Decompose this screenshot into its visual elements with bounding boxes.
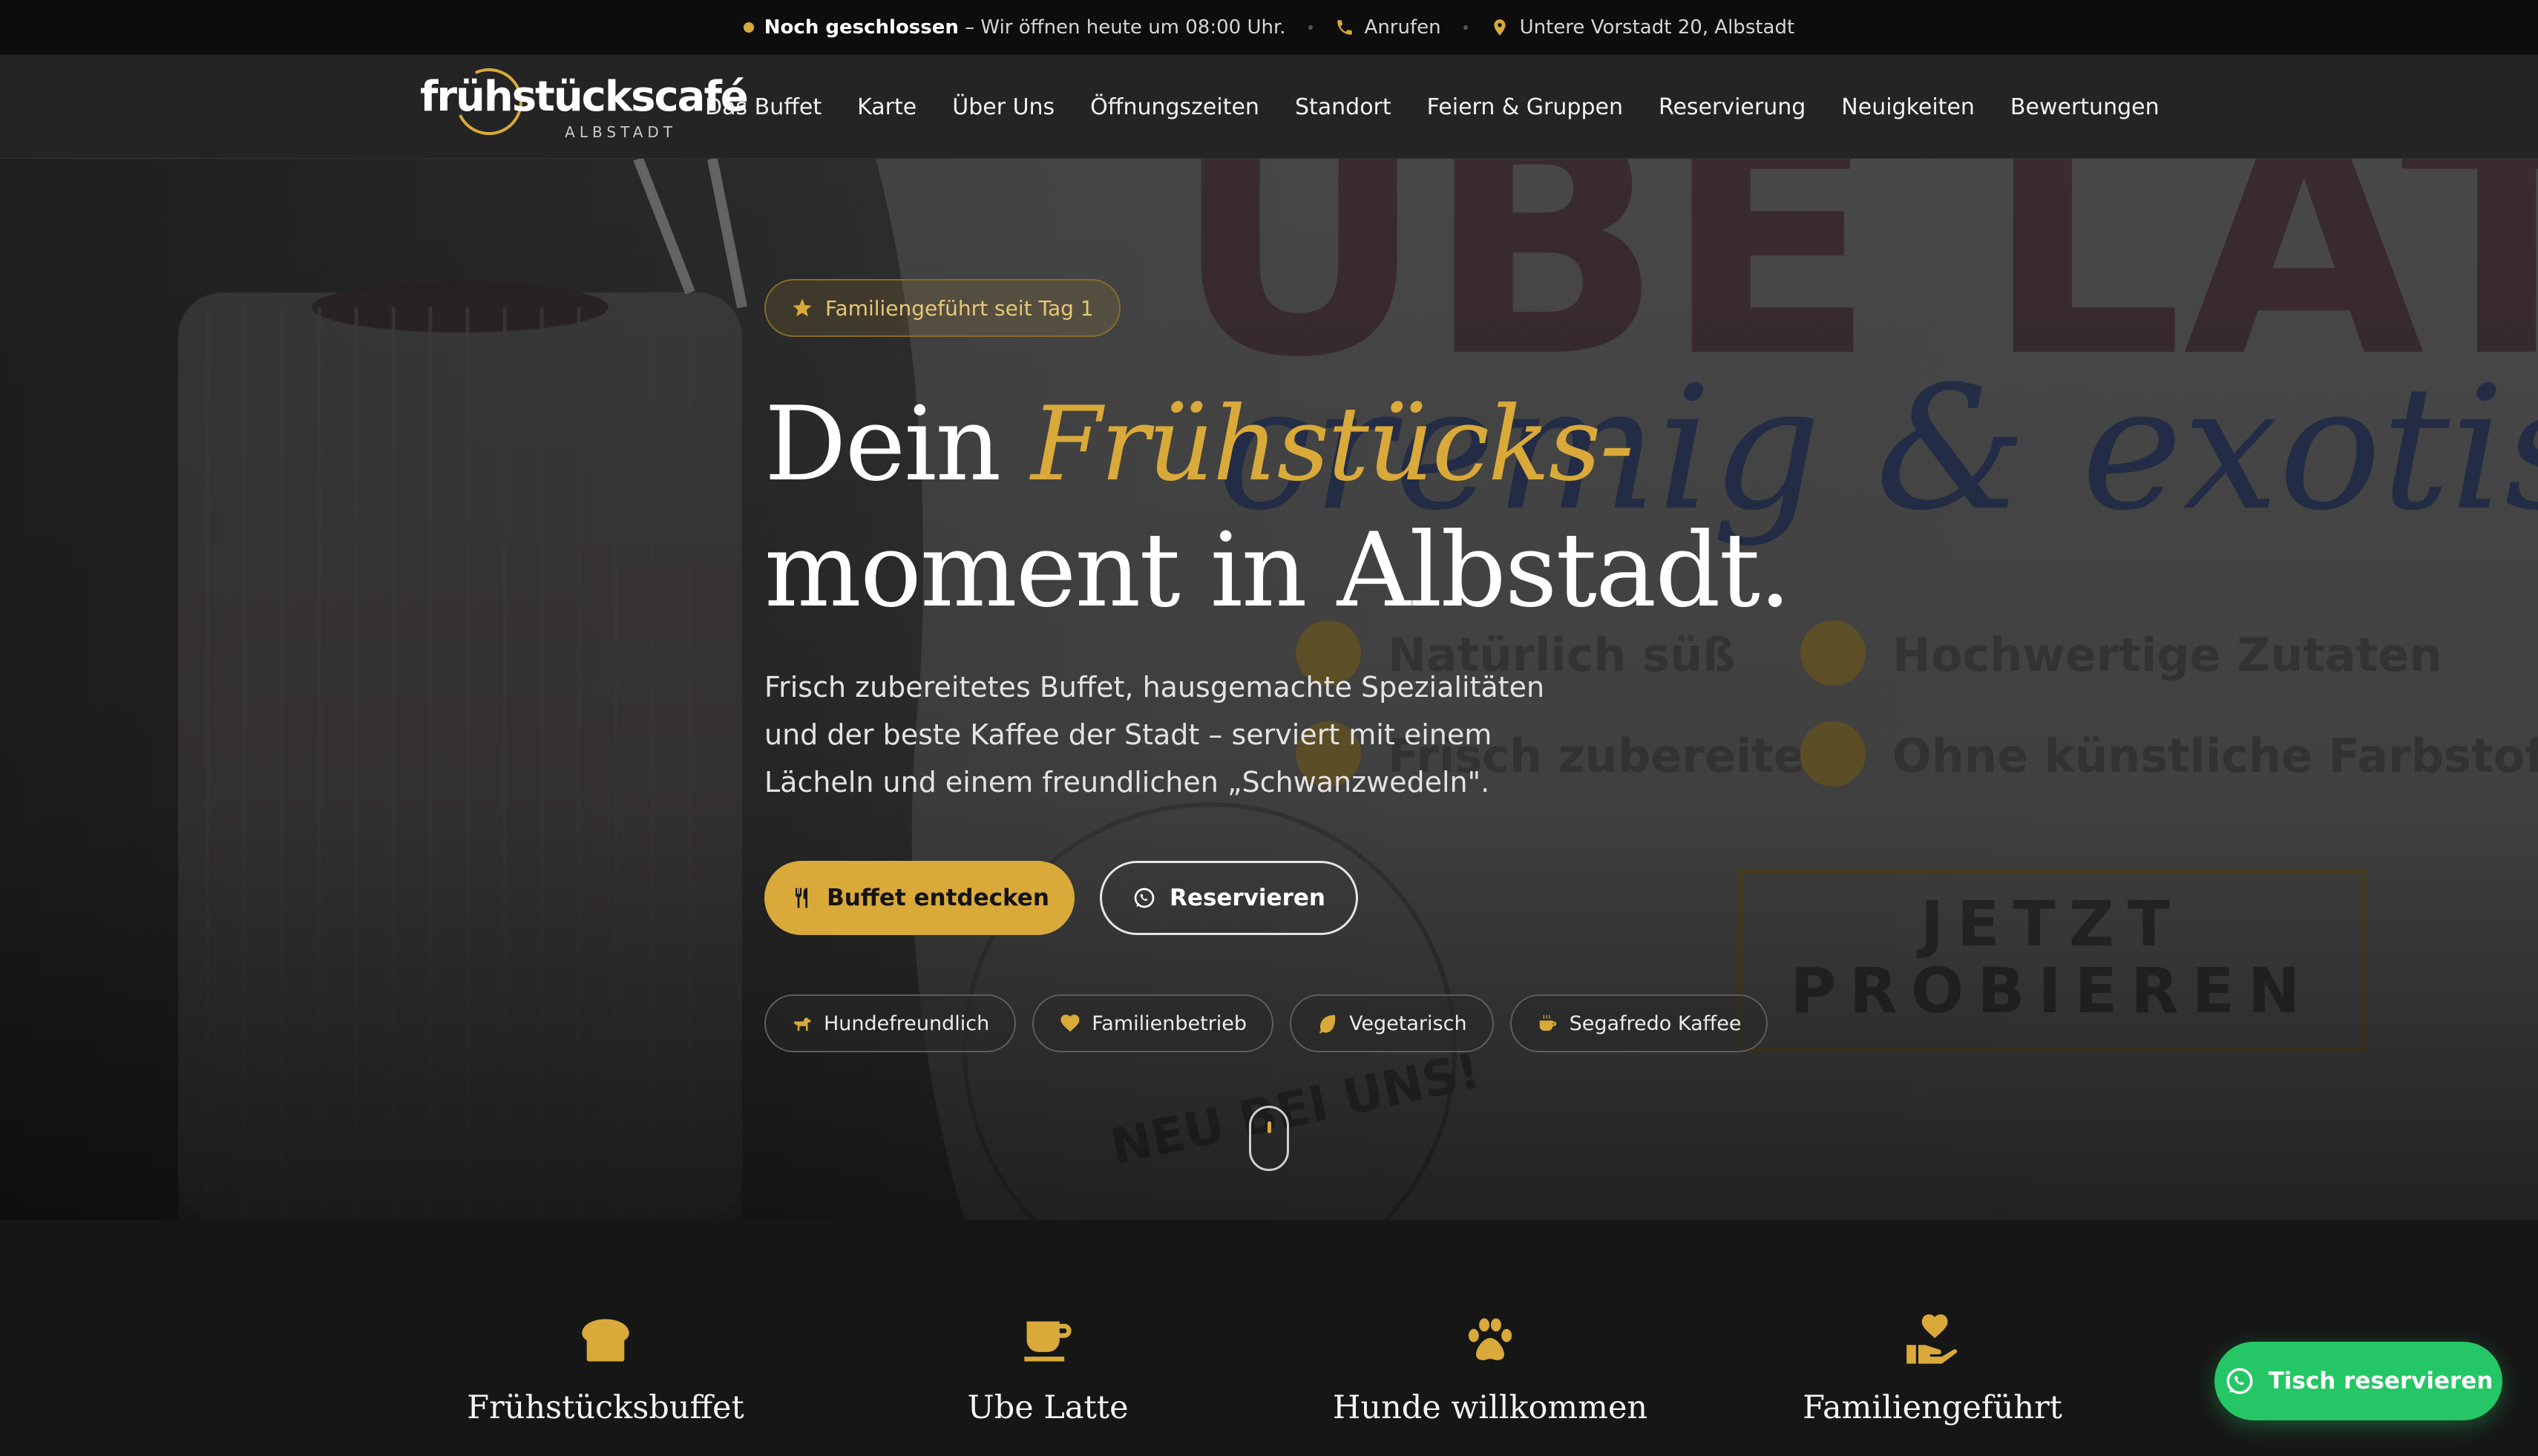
feature-familiengefuehrt: Familiengeführt	[1710, 1220, 2155, 1456]
nav-item-ueber-uns[interactable]: Über Uns	[952, 94, 1055, 120]
topbar-separator	[1463, 25, 1468, 30]
call-label: Anrufen	[1364, 16, 1441, 39]
hero-headline: Dein Frühstücks- moment in Albstadt.	[764, 381, 1791, 634]
star-icon	[793, 298, 812, 317]
chip-label: Segafredo Kaffee	[1569, 1011, 1742, 1035]
nav-item-buffet[interactable]: Das Buffet	[705, 94, 822, 120]
address-link[interactable]: Untere Vorstadt 20, Albstadt	[1490, 16, 1795, 39]
feature-hunde-willkommen: Hunde willkommen	[1268, 1220, 1713, 1456]
chip-familienbetrieb: Familienbetrieb	[1032, 994, 1274, 1052]
chip-vegetarisch: Vegetarisch	[1290, 994, 1494, 1052]
fab-label: Tisch reservieren	[2268, 1368, 2493, 1394]
headline-part-1: Dein	[764, 384, 1032, 504]
feature-fruehstuecksbuffet: Frühstücksbuffet	[383, 1220, 828, 1456]
feature-ube-latte: Ube Latte	[825, 1220, 1270, 1456]
buffet-entdecken-button[interactable]: Buffet entdecken	[764, 861, 1075, 935]
topbar-separator	[1308, 25, 1313, 30]
paw-icon	[1468, 1318, 1512, 1360]
whatsapp-reserve-button[interactable]: Tisch reservieren	[2214, 1342, 2502, 1420]
feature-label: Frühstücksbuffet	[467, 1389, 744, 1426]
nav-item-standort[interactable]: Standort	[1295, 94, 1391, 120]
whatsapp-icon	[1134, 888, 1155, 908]
coffee-icon	[1539, 1014, 1556, 1031]
dog-icon	[793, 1017, 811, 1031]
feature-chips: Hundefreundlich Familienbetrieb Vegetari…	[764, 994, 1768, 1052]
features-strip: Frühstücksbuffet Ube Latte Hunde willkom…	[0, 1220, 2538, 1456]
family-badge: Familiengeführt seit Tag 1	[764, 279, 1121, 337]
map-pin-icon	[1494, 19, 1506, 36]
feature-label: Familiengeführt	[1803, 1389, 2062, 1426]
status-text: – Wir öffnen heute um 08:00 Uhr.	[958, 16, 1286, 39]
logo-subline: ALBSTADT	[565, 123, 677, 141]
headline-part-2: moment in Albstadt.	[764, 511, 1791, 630]
whatsapp-icon	[2226, 1368, 2253, 1394]
bread-icon	[582, 1319, 629, 1362]
top-info-bar: Noch geschlossen – Wir öffnen heute um 0…	[0, 0, 2538, 55]
nav-item-neuigkeiten[interactable]: Neuigkeiten	[1841, 94, 1975, 120]
status-strong: Noch geschlossen	[764, 16, 959, 39]
cutlery-icon	[796, 888, 808, 908]
nav-menu: Das Buffet Karte Über Uns Öffnungszeiten…	[705, 55, 2160, 159]
primary-button-label: Buffet entdecken	[827, 885, 1049, 911]
heart-icon	[1060, 1014, 1080, 1032]
scroll-wheel-icon	[1268, 1121, 1271, 1133]
opening-status: Noch geschlossen – Wir öffnen heute um 0…	[743, 16, 1286, 39]
chip-label: Hundefreundlich	[824, 1011, 990, 1035]
coffee-cup-icon	[1024, 1321, 1072, 1362]
feature-label: Ube Latte	[967, 1389, 1129, 1426]
call-link[interactable]: Anrufen	[1335, 16, 1441, 39]
badge-label: Familiengeführt seit Tag 1	[825, 295, 1094, 321]
chip-label: Vegetarisch	[1349, 1011, 1467, 1035]
nav-item-oeffnungszeiten[interactable]: Öffnungszeiten	[1090, 94, 1259, 120]
address-text: Untere Vorstadt 20, Albstadt	[1519, 16, 1795, 39]
hero-lead-text: Frisch zubereitetes Buffet, hausgemachte…	[764, 671, 1545, 798]
leaf-icon	[1319, 1014, 1336, 1034]
heart-hand-icon	[1906, 1314, 1958, 1364]
nav-item-karte[interactable]: Karte	[857, 94, 916, 120]
reservieren-button[interactable]: Reservieren	[1100, 861, 1358, 935]
nav-item-feiern[interactable]: Feiern & Gruppen	[1427, 94, 1623, 120]
feature-label: Hunde willkommen	[1332, 1389, 1648, 1426]
phone-icon	[1337, 20, 1352, 35]
logo-wordmark: frühstückscafé	[420, 73, 749, 121]
status-dot-icon	[743, 22, 754, 33]
chip-segafredo: Segafredo Kaffee	[1509, 994, 1768, 1052]
hero-section: UBE LATTE cremig & exotisch Natürlich sü…	[0, 159, 2538, 1220]
nav-item-reservierung[interactable]: Reservierung	[1659, 94, 1806, 120]
secondary-button-label: Reservieren	[1170, 885, 1325, 911]
scroll-down-indicator[interactable]	[1249, 1106, 1289, 1171]
headline-accent: Frühstücks-	[1031, 384, 1634, 504]
site-logo[interactable]: frühstückscafé ALBSTADT	[420, 59, 749, 147]
nav-item-bewertungen[interactable]: Bewertungen	[2010, 94, 2160, 120]
main-navigation: frühstückscafé ALBSTADT Das Buffet Karte…	[0, 55, 2538, 159]
chip-label: Familienbetrieb	[1092, 1011, 1247, 1035]
chip-hundefreundlich: Hundefreundlich	[764, 994, 1017, 1052]
